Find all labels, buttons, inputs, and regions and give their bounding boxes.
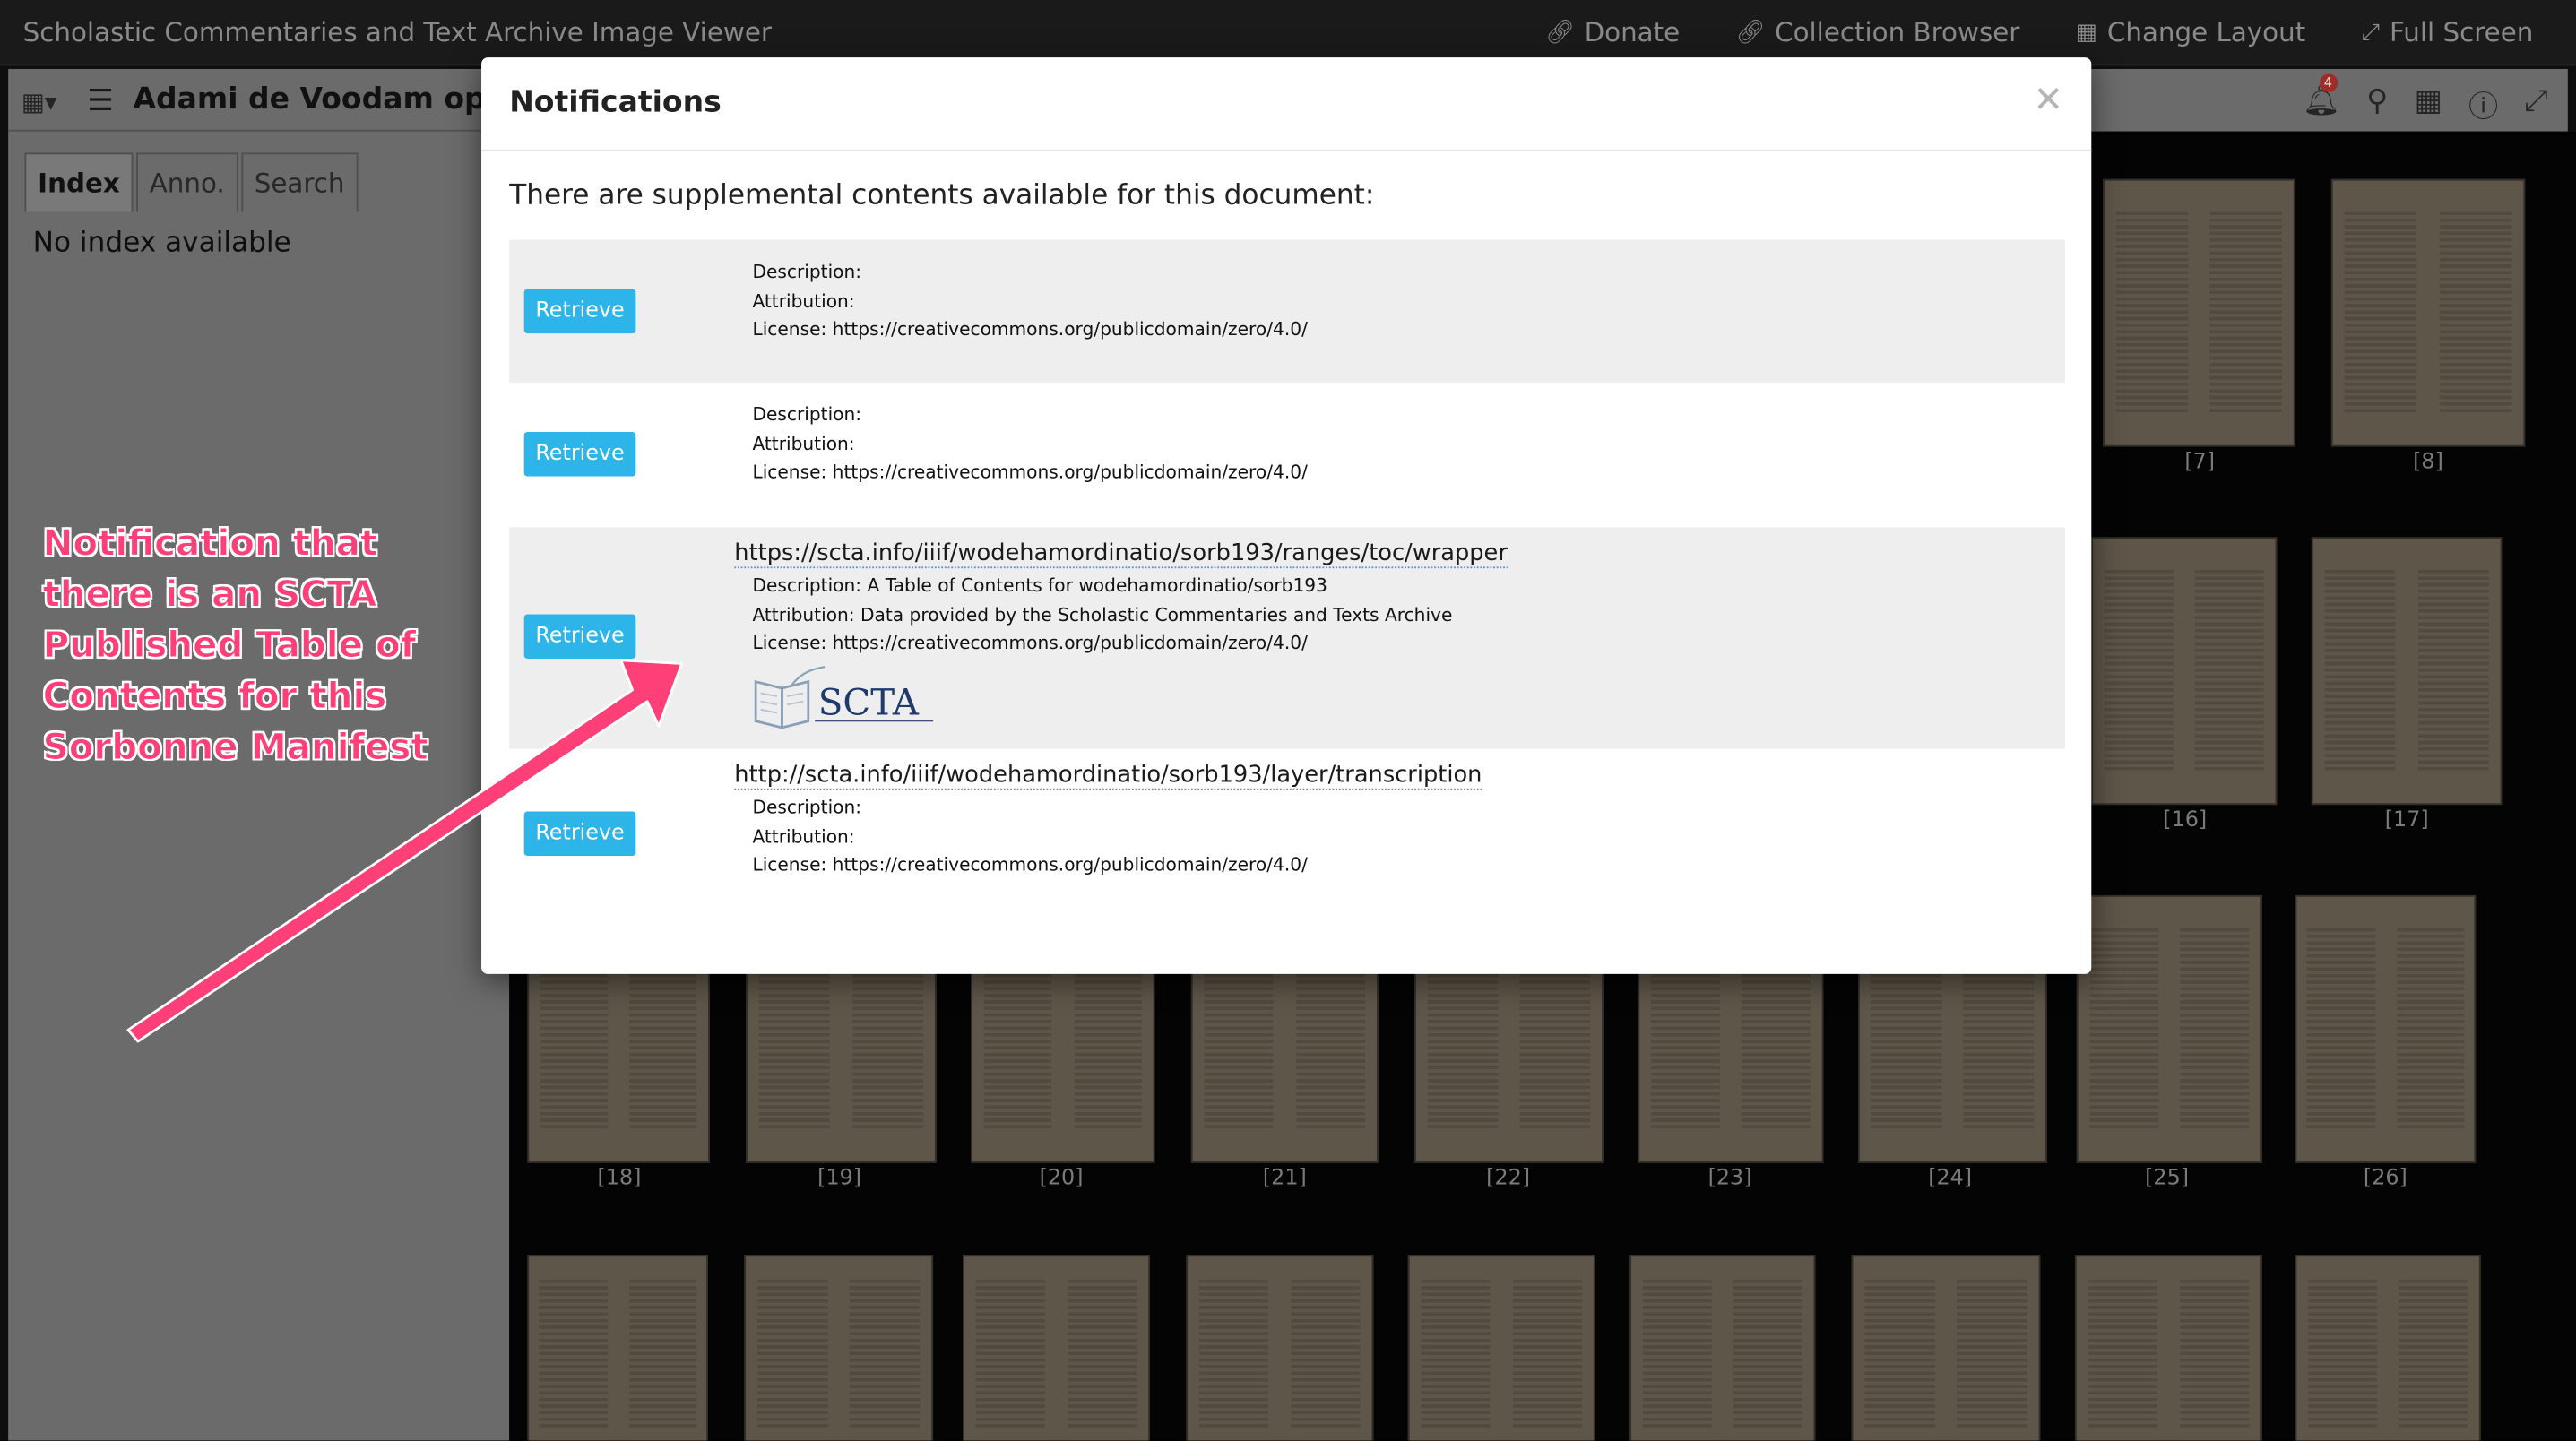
- supplement-item: http://scta.info/iiif/wodehamordinatio/s…: [509, 749, 2065, 913]
- donate-link[interactable]: 🔗︎ Donate: [1545, 16, 1680, 47]
- description: Description: A Table of Contents for wod…: [752, 574, 1327, 597]
- collection-browser-link[interactable]: 🔗︎ Collection Browser: [1736, 16, 2020, 47]
- full-screen-button[interactable]: ⤢ Full Screen: [2362, 16, 2534, 47]
- top-app-bar: Scholastic Commentaries and Text Archive…: [0, 0, 2576, 66]
- supplement-item: Retrieve Description: Attribution: Licen…: [509, 383, 2065, 525]
- nav-label: Donate: [1584, 16, 1681, 48]
- callout-annotation: Notification that there is an SCTA Publi…: [42, 519, 428, 773]
- modal-title: Notifications: [509, 85, 722, 120]
- modal-intro: There are supplemental contents availabl…: [509, 178, 1375, 212]
- scta-logo-text: SCTA: [818, 681, 920, 723]
- scta-logo: SCTA: [754, 666, 934, 729]
- nav-label: Collection Browser: [1775, 16, 2020, 48]
- supplement-url-link[interactable]: https://scta.info/iiif/wodehamordinatio/…: [734, 540, 1508, 569]
- callout-line: there is an SCTA: [42, 574, 377, 617]
- license: License: https://creativecommons.org/pub…: [752, 462, 1308, 483]
- top-nav: 🔗︎ Donate 🔗︎ Collection Browser ▦ Change…: [1545, 16, 2533, 47]
- app-title: Scholastic Commentaries and Text Archive…: [22, 16, 772, 48]
- modal-header: Notifications ✕: [481, 57, 2092, 151]
- retrieve-button[interactable]: Retrieve: [523, 289, 636, 334]
- layout-grid-icon: ▦: [2075, 19, 2097, 46]
- callout-line: Published Table of: [42, 626, 417, 668]
- supplement-info: Description: Attribution: License: https…: [752, 258, 1307, 344]
- retrieve-button[interactable]: Retrieve: [523, 432, 636, 477]
- attribution: Attribution:: [752, 289, 855, 312]
- license: License: https://creativecommons.org/pub…: [752, 318, 1308, 341]
- attribution: Attribution: Data provided by the Schola…: [752, 603, 1453, 626]
- description: Description:: [752, 261, 862, 283]
- description: Description:: [752, 403, 862, 426]
- nav-label: Full Screen: [2390, 16, 2534, 48]
- supplement-url-link[interactable]: http://scta.info/iiif/wodehamordinatio/s…: [734, 762, 1482, 790]
- description: Description:: [752, 796, 862, 818]
- supplement-item: Retrieve Description: Attribution: Licen…: [509, 239, 2065, 384]
- expand-icon: ⤢: [2361, 19, 2381, 46]
- link-icon: 🔗︎: [1544, 19, 1575, 46]
- license: License: https://creativecommons.org/pub…: [752, 632, 1308, 654]
- supplement-info: Description: Attribution: License: https…: [752, 401, 1307, 487]
- nav-label: Change Layout: [2106, 16, 2306, 48]
- change-layout-button[interactable]: ▦ Change Layout: [2076, 16, 2306, 47]
- link-icon: 🔗︎: [1735, 19, 1766, 46]
- close-icon[interactable]: ✕: [2033, 81, 2063, 122]
- supplement-info: Description: Attribution: License: https…: [752, 793, 1307, 879]
- attribution: Attribution:: [752, 825, 855, 847]
- retrieve-button[interactable]: Retrieve: [523, 811, 636, 856]
- callout-line: Sorbonne Manifest: [42, 727, 428, 769]
- callout-line: Notification that: [42, 523, 378, 565]
- attribution: Attribution:: [752, 432, 855, 454]
- license: License: https://creativecommons.org/pub…: [752, 854, 1308, 876]
- callout-line: Contents for this: [42, 677, 387, 719]
- supplement-info: Description: A Table of Contents for wod…: [752, 572, 1452, 658]
- retrieve-button[interactable]: Retrieve: [523, 614, 636, 659]
- notifications-modal: Notifications ✕ There are supplemental c…: [481, 57, 2092, 974]
- supplement-item: https://scta.info/iiif/wodehamordinatio/…: [509, 527, 2065, 749]
